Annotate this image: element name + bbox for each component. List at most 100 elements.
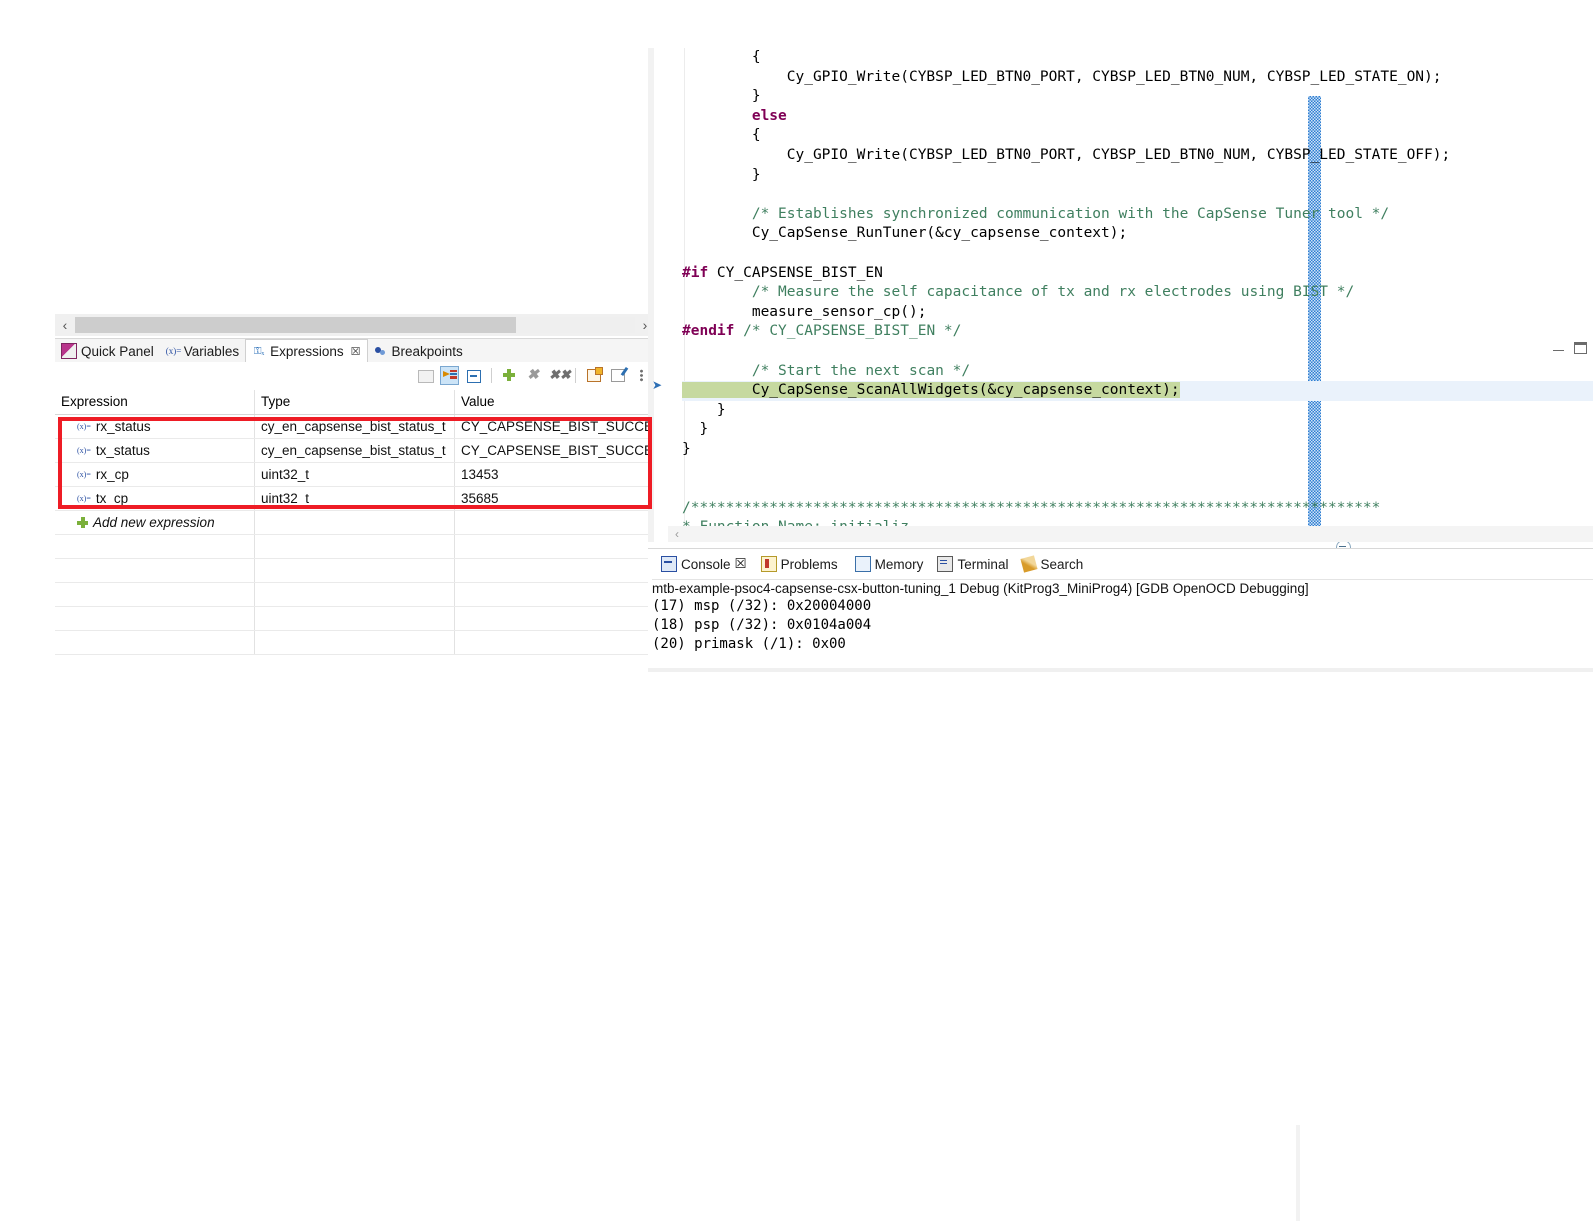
source-code-editor[interactable]: { Cy_GPIO_Write(CYBSP_LED_BTN0_PORT, CYB… (682, 48, 1593, 542)
tab-quick-panel[interactable]: Quick Panel (55, 339, 160, 363)
code-line: } (682, 401, 1593, 421)
collapse-all-button[interactable] (464, 366, 483, 385)
cell-expression[interactable]: (x)= tx_status (55, 439, 255, 462)
code-token: #endif (682, 323, 735, 340)
code-token: } (682, 88, 761, 105)
code-token: } (682, 440, 691, 457)
current-instruction-pointer-icon: ➤ (652, 378, 663, 392)
tab-search[interactable]: Search (1015, 552, 1090, 576)
cell-expression[interactable]: (x)= rx_cp (55, 463, 255, 486)
add-new-expression-label: Add new expression (93, 515, 215, 530)
column-header-type[interactable]: Type (255, 390, 455, 414)
editor-vertical-scrollbar[interactable] (654, 48, 1321, 542)
code-token: /* Measure the self capacitance of tx an… (751, 284, 1355, 301)
table-header-row: Expression Type Value (55, 390, 655, 415)
code-line: /* Measure the self capacitance of tx an… (682, 283, 1593, 303)
code-token: /* CY_CAPSENSE_BIST_EN */ (743, 323, 962, 340)
expressions-horizontal-scrollbar[interactable]: ‹ › (55, 314, 655, 336)
cell-value[interactable]: CY_CAPSENSE_BIST_SUCCE… (455, 415, 655, 438)
table-row-empty[interactable] (55, 559, 655, 583)
tab-problems[interactable]: Problems (754, 552, 845, 576)
console-icon (661, 556, 677, 572)
close-icon[interactable]: ☒ (351, 345, 361, 358)
scroll-left-arrow-icon[interactable]: ‹ (55, 314, 75, 336)
scroll-left-arrow-icon[interactable]: ‹ (668, 527, 686, 541)
tab-label: Variables (183, 343, 240, 359)
cell-value[interactable]: CY_CAPSENSE_BIST_SUCCE… (455, 439, 655, 462)
edit-watch-expression-button[interactable] (608, 366, 627, 385)
tab-label: Problems (780, 556, 838, 572)
search-icon (1020, 555, 1039, 573)
plus-icon (77, 517, 88, 528)
tab-console[interactable]: Console ☒ (654, 552, 754, 576)
editor-horizontal-scrollbar[interactable]: ‹ (668, 526, 1593, 542)
quick-panel-icon (61, 343, 77, 359)
tab-label: Terminal (957, 556, 1009, 572)
tab-expressions[interactable]: ⚿ₓ Expressions ☒ (245, 339, 368, 363)
cell-expression[interactable]: (x)= tx_cp (55, 487, 255, 510)
code-token: { (682, 127, 761, 144)
toolbar-separator (491, 367, 492, 383)
column-header-value[interactable]: Value (455, 390, 655, 414)
remove-selected-expressions-button[interactable]: ✖ (524, 366, 543, 385)
problems-icon (760, 556, 777, 572)
paste-expressions-button[interactable] (416, 366, 435, 385)
cell-value[interactable]: 35685 (455, 487, 655, 510)
table-row-empty[interactable] (55, 583, 655, 607)
expression-name: rx_status (95, 419, 151, 434)
close-icon[interactable]: ☒ (735, 556, 747, 572)
cell-type: uint32_t (255, 463, 455, 486)
code-line: /* Establishes synchronized communicatio… (682, 205, 1593, 225)
code-token: } (682, 401, 726, 418)
cell-expression[interactable]: (x)= rx_status (55, 415, 255, 438)
tab-memory[interactable]: Memory (845, 552, 931, 576)
code-token: Cy_CapSense_RunTuner(&cy_capsense_contex… (682, 225, 1128, 242)
expressions-table: Expression Type Value (x)= rx_status cy_… (55, 390, 655, 672)
console-output-line: (17) msp (/32): 0x20004000 (652, 598, 872, 614)
new-watchlist-button[interactable] (584, 366, 603, 385)
table-row[interactable]: (x)= tx_cp uint32_t 35685 (55, 487, 655, 511)
tab-label: Search (1040, 556, 1084, 572)
table-row-empty[interactable] (55, 535, 655, 559)
scrollbar-trough[interactable] (75, 317, 635, 333)
code-line: Cy_GPIO_Write(CYBSP_LED_BTN0_PORT, CYBSP… (682, 68, 1593, 88)
tab-breakpoints[interactable]: Breakpoints (368, 339, 469, 363)
table-row[interactable]: (x)= rx_cp uint32_t 13453 (55, 463, 655, 487)
table-row[interactable]: (x)= tx_status cy_en_capsense_bist_statu… (55, 439, 655, 463)
scrollbar-thumb[interactable] (75, 317, 516, 333)
expression-name: rx_cp (95, 467, 129, 482)
tab-terminal[interactable]: Terminal (930, 552, 1015, 576)
variable-icon: (x)= (77, 422, 91, 431)
variable-icon: (x)= (77, 494, 91, 503)
variables-icon: (x)= (165, 346, 182, 356)
add-new-expression-row[interactable]: Add new expression (55, 511, 655, 535)
cell-add-new-expression[interactable]: Add new expression (55, 511, 255, 534)
tab-label: Breakpoints (391, 343, 463, 359)
table-row-empty[interactable] (55, 607, 655, 631)
table-row[interactable]: (x)= rx_status cy_en_capsense_bist_statu… (55, 415, 655, 439)
table-row-empty[interactable] (55, 631, 655, 655)
expressions-icon: ⚿ₓ (253, 345, 265, 357)
console-output[interactable]: (17) msp (/32): 0x20004000 (18) psp (/32)… (652, 597, 1593, 672)
code-line: } (682, 440, 1593, 460)
cell-type: uint32_t (255, 487, 455, 510)
cell-value[interactable]: 13453 (455, 463, 655, 486)
remove-all-expressions-button[interactable]: ✖✖ (548, 366, 571, 385)
code-token: Cy_GPIO_Write(CYBSP_LED_BTN0_PORT, CYBSP… (682, 68, 1442, 85)
column-header-expression[interactable]: Expression (55, 390, 255, 414)
cell-type: cy_en_capsense_bist_status_t (255, 415, 455, 438)
show-type-names-button[interactable] (440, 365, 459, 385)
add-new-expression-button[interactable] (500, 366, 519, 385)
tab-variables[interactable]: (x)= Variables (160, 339, 245, 363)
code-token: /***************************************… (682, 499, 1381, 516)
code-line: measure_sensor_cp(); (682, 303, 1593, 323)
code-line: } (682, 166, 1593, 186)
tab-label: Expressions (270, 344, 344, 359)
window-bottom-strip (648, 668, 1593, 672)
code-token: } (682, 421, 709, 438)
tab-label: Console (681, 556, 731, 572)
variable-icon: (x)= (77, 470, 91, 479)
